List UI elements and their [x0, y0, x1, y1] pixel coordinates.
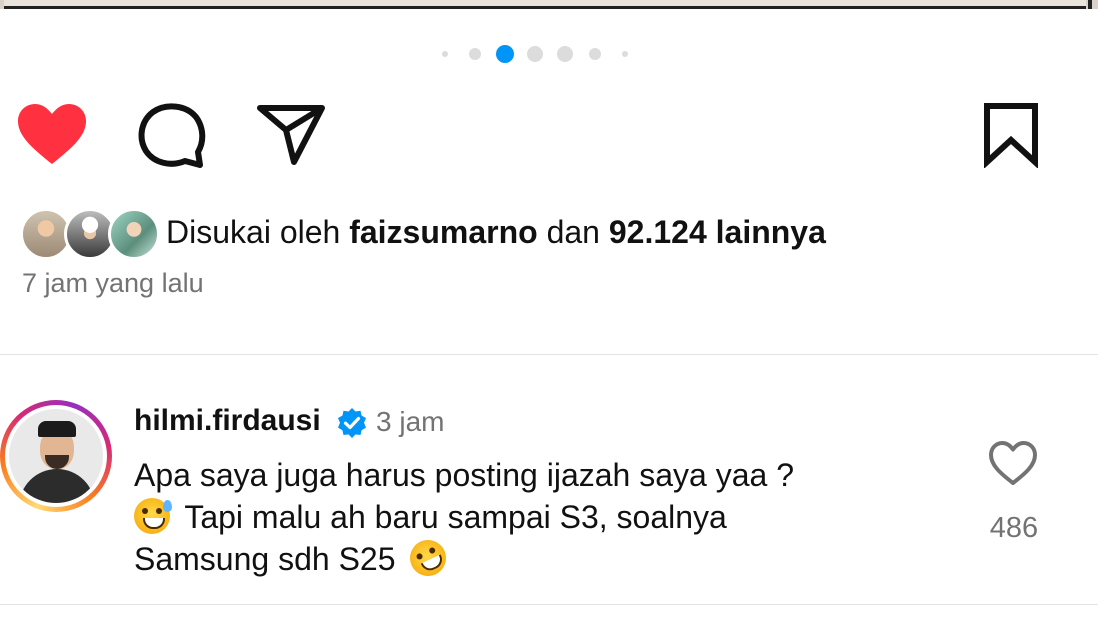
paper-plane-icon[interactable]: [256, 100, 326, 166]
carousel-indicator: [0, 44, 1098, 64]
avatar[interactable]: [9, 409, 103, 503]
story-ring[interactable]: [0, 400, 112, 512]
liker-username[interactable]: faizsumarno: [349, 214, 537, 250]
comment-line-with-emoji: Tapi malu ah baru sampai S3, soalnya: [134, 496, 934, 538]
grinning-face-with-sweat-icon: [134, 498, 172, 534]
comment-line: Samsung sdh S25: [134, 541, 396, 577]
likes-prefix: Disukai oleh: [166, 214, 350, 250]
verified-badge-icon: [338, 408, 366, 438]
carousel-dot: [589, 48, 601, 60]
avatar-cap: [38, 421, 76, 437]
media-right-border: [1088, 0, 1092, 9]
comment-line: Tapi malu ah baru sampai S3, soalnya: [184, 499, 727, 535]
avatar-body: [19, 469, 95, 503]
carousel-dot: [557, 46, 573, 62]
rolling-on-the-floor-laughing-icon: [404, 534, 453, 582]
comment-line: Apa saya juga harus posting ijazah saya …: [134, 457, 794, 493]
comment-username[interactable]: hilmi.firdausi: [134, 404, 321, 438]
likes-middle: dan: [537, 214, 609, 250]
comment-heart-icon[interactable]: [988, 440, 1038, 486]
carousel-dot: [527, 46, 543, 62]
comment-timestamp: 3 jam: [376, 406, 445, 437]
liker-avatar: [108, 208, 160, 260]
comment-like-count: 486: [989, 512, 1039, 544]
likes-summary[interactable]: Disukai oleh faizsumarno dan 92.124 lain…: [166, 214, 826, 251]
bookmark-icon[interactable]: [980, 100, 1042, 168]
media-bottom-border: [4, 0, 1086, 9]
previous-media-edge: [0, 0, 1098, 9]
comment-body: Apa saya juga harus posting ijazah saya …: [134, 454, 934, 582]
heart-filled-icon[interactable]: [16, 102, 88, 166]
section-divider: [0, 354, 1098, 355]
carousel-dot: [442, 51, 448, 57]
comment-line-with-emoji: Samsung sdh S25: [134, 534, 934, 582]
carousel-dot: [469, 48, 481, 60]
likes-count[interactable]: 92.124 lainnya: [609, 214, 826, 250]
post-timestamp: 7 jam yang lalu: [22, 268, 204, 298]
section-divider: [0, 604, 1098, 605]
story-ring-gap: [5, 405, 107, 507]
comment-bubble-icon[interactable]: [138, 102, 206, 168]
carousel-dot-active: [496, 45, 514, 63]
carousel-dot: [622, 51, 628, 57]
